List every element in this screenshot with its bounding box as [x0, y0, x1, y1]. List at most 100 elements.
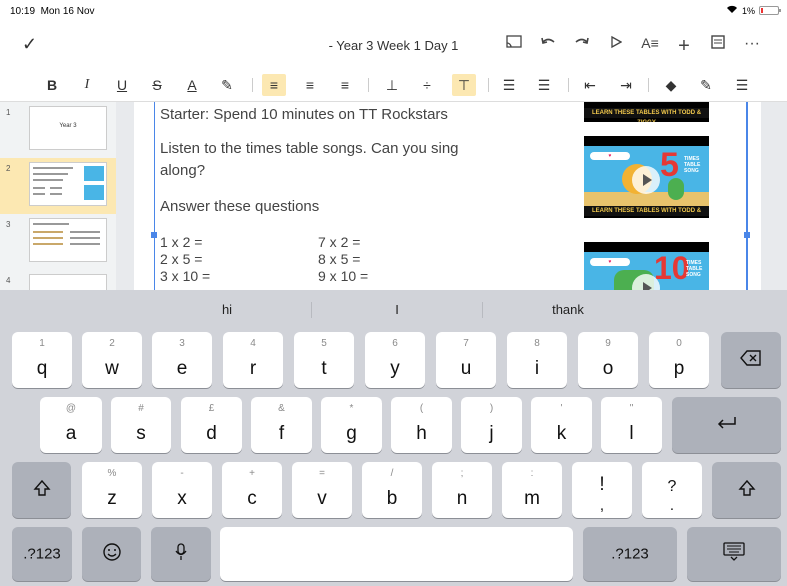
bold-button[interactable]: B: [40, 74, 64, 96]
border-weight-icon[interactable]: ☰: [730, 74, 754, 96]
key-f[interactable]: & f: [251, 397, 312, 453]
key-n[interactable]: ; n: [432, 462, 492, 518]
selection-handle[interactable]: [151, 232, 157, 238]
bulleted-list-icon[interactable]: ☰: [497, 74, 521, 96]
text-color-button[interactable]: A: [180, 74, 204, 96]
text-box-selected[interactable]: [154, 102, 584, 290]
video-10-times-table[interactable]: ♥ 10 TIMES TABLE SONG: [584, 242, 709, 290]
present-icon[interactable]: [599, 35, 633, 58]
emoji-key[interactable]: [82, 527, 141, 581]
key-e[interactable]: 3e: [152, 332, 212, 388]
valign-bottom-icon[interactable]: ⊥: [380, 74, 404, 96]
border-color-icon[interactable]: ✎: [694, 74, 718, 96]
more-icon[interactable]: ···: [735, 35, 769, 58]
key-t[interactable]: 5t: [294, 332, 354, 388]
increase-indent-icon[interactable]: ⇥: [614, 74, 638, 96]
numbers-key-right[interactable]: .?123: [583, 527, 677, 581]
valign-top-icon[interactable]: ⊤: [452, 74, 476, 96]
key-q[interactable]: 1q: [12, 332, 72, 388]
align-center-icon[interactable]: ≡: [298, 74, 322, 96]
key-o[interactable]: 9o: [578, 332, 638, 388]
question-left-1[interactable]: 1 x 2 =: [160, 234, 202, 250]
key-u[interactable]: 7u: [436, 332, 496, 388]
question-right-2[interactable]: 8 x 5 =: [318, 251, 360, 267]
question-right-3[interactable]: 9 x 10 =: [318, 268, 368, 284]
key-p[interactable]: 0p: [649, 332, 709, 388]
redo-icon[interactable]: [565, 35, 599, 58]
question-left-2[interactable]: 2 x 5 =: [160, 251, 202, 267]
key-b[interactable]: / b: [362, 462, 422, 518]
dictation-key[interactable]: [151, 527, 211, 581]
key-y[interactable]: 6y: [365, 332, 425, 388]
question-left-3[interactable]: 3 x 10 =: [160, 268, 210, 284]
numbers-key-left[interactable]: .?123: [12, 527, 72, 581]
thumb-text: [33, 167, 73, 169]
key-label: c: [247, 488, 257, 509]
align-left-icon[interactable]: ≡: [262, 74, 286, 96]
decrease-indent-icon[interactable]: ⇤: [578, 74, 602, 96]
key-m[interactable]: :m: [502, 462, 562, 518]
underline-button[interactable]: U: [110, 74, 134, 96]
slide-thumbnail-2[interactable]: 2: [0, 158, 116, 214]
slide-thumbnail-1[interactable]: 1 Year 3: [0, 102, 116, 158]
fill-color-icon[interactable]: ◆: [659, 74, 683, 96]
key-g[interactable]: * g: [321, 397, 382, 453]
key-d[interactable]: £ d: [181, 397, 242, 453]
key-r[interactable]: 4r: [223, 332, 283, 388]
key-c[interactable]: + c: [222, 462, 282, 518]
text-format-icon[interactable]: A≡: [633, 35, 667, 58]
selection-handle[interactable]: [744, 232, 750, 238]
space-key[interactable]: [220, 527, 573, 581]
key-h[interactable]: (h: [391, 397, 452, 453]
key-z[interactable]: % z: [82, 462, 142, 518]
key-x[interactable]: -x: [152, 462, 212, 518]
question-right-1[interactable]: 7 x 2 =: [318, 234, 360, 250]
slide-thumbnail-4[interactable]: 4: [0, 270, 116, 290]
shift-key-left[interactable]: [12, 462, 71, 518]
numbered-list-icon[interactable]: ☰: [532, 74, 556, 96]
undo-icon[interactable]: [531, 35, 565, 58]
thumb-text: [50, 193, 62, 195]
align-right-icon[interactable]: ≡: [333, 74, 357, 96]
highlight-icon[interactable]: ✎: [215, 74, 239, 96]
key-a[interactable]: @ a: [40, 397, 102, 453]
play-icon[interactable]: [632, 166, 660, 194]
key-s[interactable]: # s: [111, 397, 171, 453]
key-exclamation[interactable]: !,: [572, 462, 632, 518]
on-screen-keyboard: hi I thank 1q 2w 3e 4r 5t 6y 7u 8i 9o 0p…: [0, 290, 787, 586]
video-thumbnail-top[interactable]: LEARN THESE TABLES WITH TODD & ZIGGY: [584, 102, 709, 122]
slide-thumbnail-3[interactable]: 3: [0, 214, 116, 270]
strikethrough-button[interactable]: S: [145, 74, 169, 96]
italic-button[interactable]: I: [75, 74, 99, 96]
insert-icon[interactable]: +: [667, 35, 701, 58]
suggestion-1[interactable]: hi: [142, 302, 312, 317]
video-5-times-table[interactable]: ♥ 5 TIMES TABLE SONG LEARN THESE TABLES …: [584, 136, 709, 218]
listen-text-line1[interactable]: Listen to the times table songs. Can you…: [160, 140, 459, 157]
slide-canvas: Starter: Spend 10 minutes on TT Rockstar…: [116, 102, 787, 290]
key-hint: (: [419, 403, 424, 414]
valign-middle-icon[interactable]: ÷: [415, 74, 439, 96]
key-question[interactable]: ?.: [642, 462, 702, 518]
suggestion-2[interactable]: I: [312, 302, 482, 317]
suggestion-3[interactable]: thank: [483, 302, 653, 317]
cast-icon[interactable]: [497, 35, 531, 58]
starter-text[interactable]: Starter: Spend 10 minutes on TT Rockstar…: [160, 106, 448, 123]
key-hint: /: [390, 468, 394, 479]
divider: [568, 78, 569, 92]
slide[interactable]: Starter: Spend 10 minutes on TT Rockstar…: [134, 102, 761, 290]
key-l[interactable]: " l: [601, 397, 662, 453]
shift-key-right[interactable]: [712, 462, 781, 518]
key-hint: £: [208, 403, 215, 414]
backspace-key[interactable]: [721, 332, 781, 388]
answer-heading[interactable]: Answer these questions: [160, 198, 319, 215]
listen-text-line2[interactable]: along?: [160, 162, 205, 179]
key-i[interactable]: 8i: [507, 332, 567, 388]
key-v[interactable]: = v: [292, 462, 352, 518]
return-key[interactable]: [672, 397, 781, 453]
dismiss-keyboard-key[interactable]: [687, 527, 781, 581]
key-k[interactable]: ' k: [531, 397, 592, 453]
comment-icon[interactable]: [701, 35, 735, 58]
key-j[interactable]: ) j: [461, 397, 522, 453]
video-number: 10: [654, 250, 690, 286]
key-w[interactable]: 2w: [82, 332, 142, 388]
